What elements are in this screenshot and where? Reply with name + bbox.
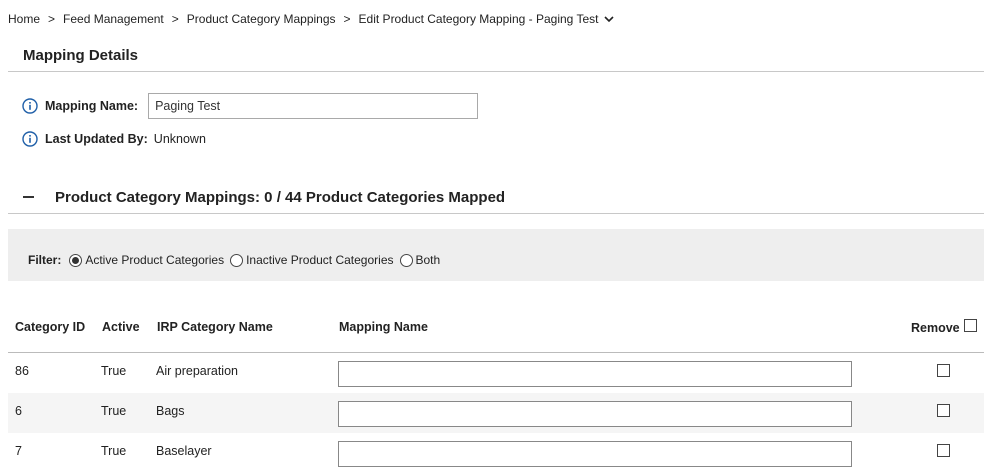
- chevron-down-icon[interactable]: [603, 13, 615, 25]
- filter-option-active[interactable]: Active Product Categories: [69, 253, 224, 267]
- mapping-details-title: Mapping Details: [23, 47, 139, 64]
- divider: [8, 71, 984, 72]
- remove-checkbox[interactable]: [937, 404, 950, 417]
- mapping-name-label: Mapping Name:: [45, 99, 139, 113]
- filter-option-both[interactable]: Both: [399, 253, 441, 267]
- breadcrumb-separator: >: [171, 12, 179, 26]
- cell-category-id: 86: [15, 364, 29, 378]
- collapse-toggle-button[interactable]: [20, 188, 36, 204]
- cell-irp-category-name: Baselayer: [156, 444, 212, 458]
- radio-button[interactable]: [399, 253, 413, 267]
- cell-category-id: 6: [15, 404, 22, 418]
- cell-category-id: 7: [15, 444, 22, 458]
- column-header-active: Active: [102, 320, 140, 334]
- column-header-irp-category-name: IRP Category Name: [157, 320, 273, 334]
- mapping-name-input[interactable]: [338, 401, 852, 427]
- info-icon[interactable]: [22, 131, 38, 147]
- remove-checkbox[interactable]: [937, 364, 950, 377]
- divider: [8, 213, 984, 214]
- remove-all-checkbox[interactable]: [963, 318, 977, 332]
- mapping-name-row: Mapping Name:: [22, 93, 479, 119]
- info-icon[interactable]: [22, 98, 38, 114]
- mapping-name-input[interactable]: [338, 441, 852, 467]
- table-row: 7 True Baselayer: [8, 433, 984, 473]
- mapping-name-input[interactable]: [338, 361, 852, 387]
- breadcrumb-home[interactable]: Home: [8, 12, 40, 26]
- table-row: 86 True Air preparation: [8, 353, 984, 393]
- filter-option-label: Active Product Categories: [85, 253, 225, 267]
- filter-option-inactive[interactable]: Inactive Product Categories: [230, 253, 394, 267]
- mapping-name-input[interactable]: [148, 93, 479, 119]
- remove-checkbox[interactable]: [937, 444, 950, 457]
- remove-header-label: Remove: [911, 321, 960, 335]
- breadcrumb-current: Edit Product Category Mapping - Paging T…: [358, 12, 599, 26]
- filter-group: Filter: Active Product Categories Inacti…: [28, 253, 446, 267]
- last-updated-value: Unknown: [153, 132, 206, 146]
- column-header-remove: Remove: [911, 318, 977, 335]
- product-category-mappings-title: Product Category Mappings: 0 / 44 Produc…: [55, 189, 506, 206]
- cell-irp-category-name: Air preparation: [156, 364, 238, 378]
- filter-label: Filter:: [28, 253, 62, 267]
- breadcrumb-feed-management[interactable]: Feed Management: [63, 12, 164, 26]
- breadcrumb-separator: >: [48, 12, 56, 26]
- radio-button[interactable]: [230, 253, 244, 267]
- column-header-category-id: Category ID: [15, 320, 86, 334]
- last-updated-label: Last Updated By:: [45, 132, 148, 146]
- filter-option-label: Inactive Product Categories: [246, 253, 394, 267]
- cell-irp-category-name: Bags: [156, 404, 185, 418]
- cell-active: True: [101, 444, 127, 458]
- filter-bar: Filter: Active Product Categories Inacti…: [8, 229, 984, 281]
- radio-button[interactable]: [69, 253, 83, 267]
- filter-option-label: Both: [415, 253, 441, 267]
- last-updated-row: Last Updated By: Unknown: [22, 131, 206, 147]
- table-row: 6 True Bags: [8, 393, 984, 433]
- cell-active: True: [101, 404, 127, 418]
- breadcrumb: Home > Feed Management > Product Categor…: [8, 12, 615, 26]
- cell-active: True: [101, 364, 127, 378]
- breadcrumb-product-category-mappings[interactable]: Product Category Mappings: [187, 12, 336, 26]
- column-header-mapping-name: Mapping Name: [339, 320, 428, 334]
- breadcrumb-separator: >: [343, 12, 351, 26]
